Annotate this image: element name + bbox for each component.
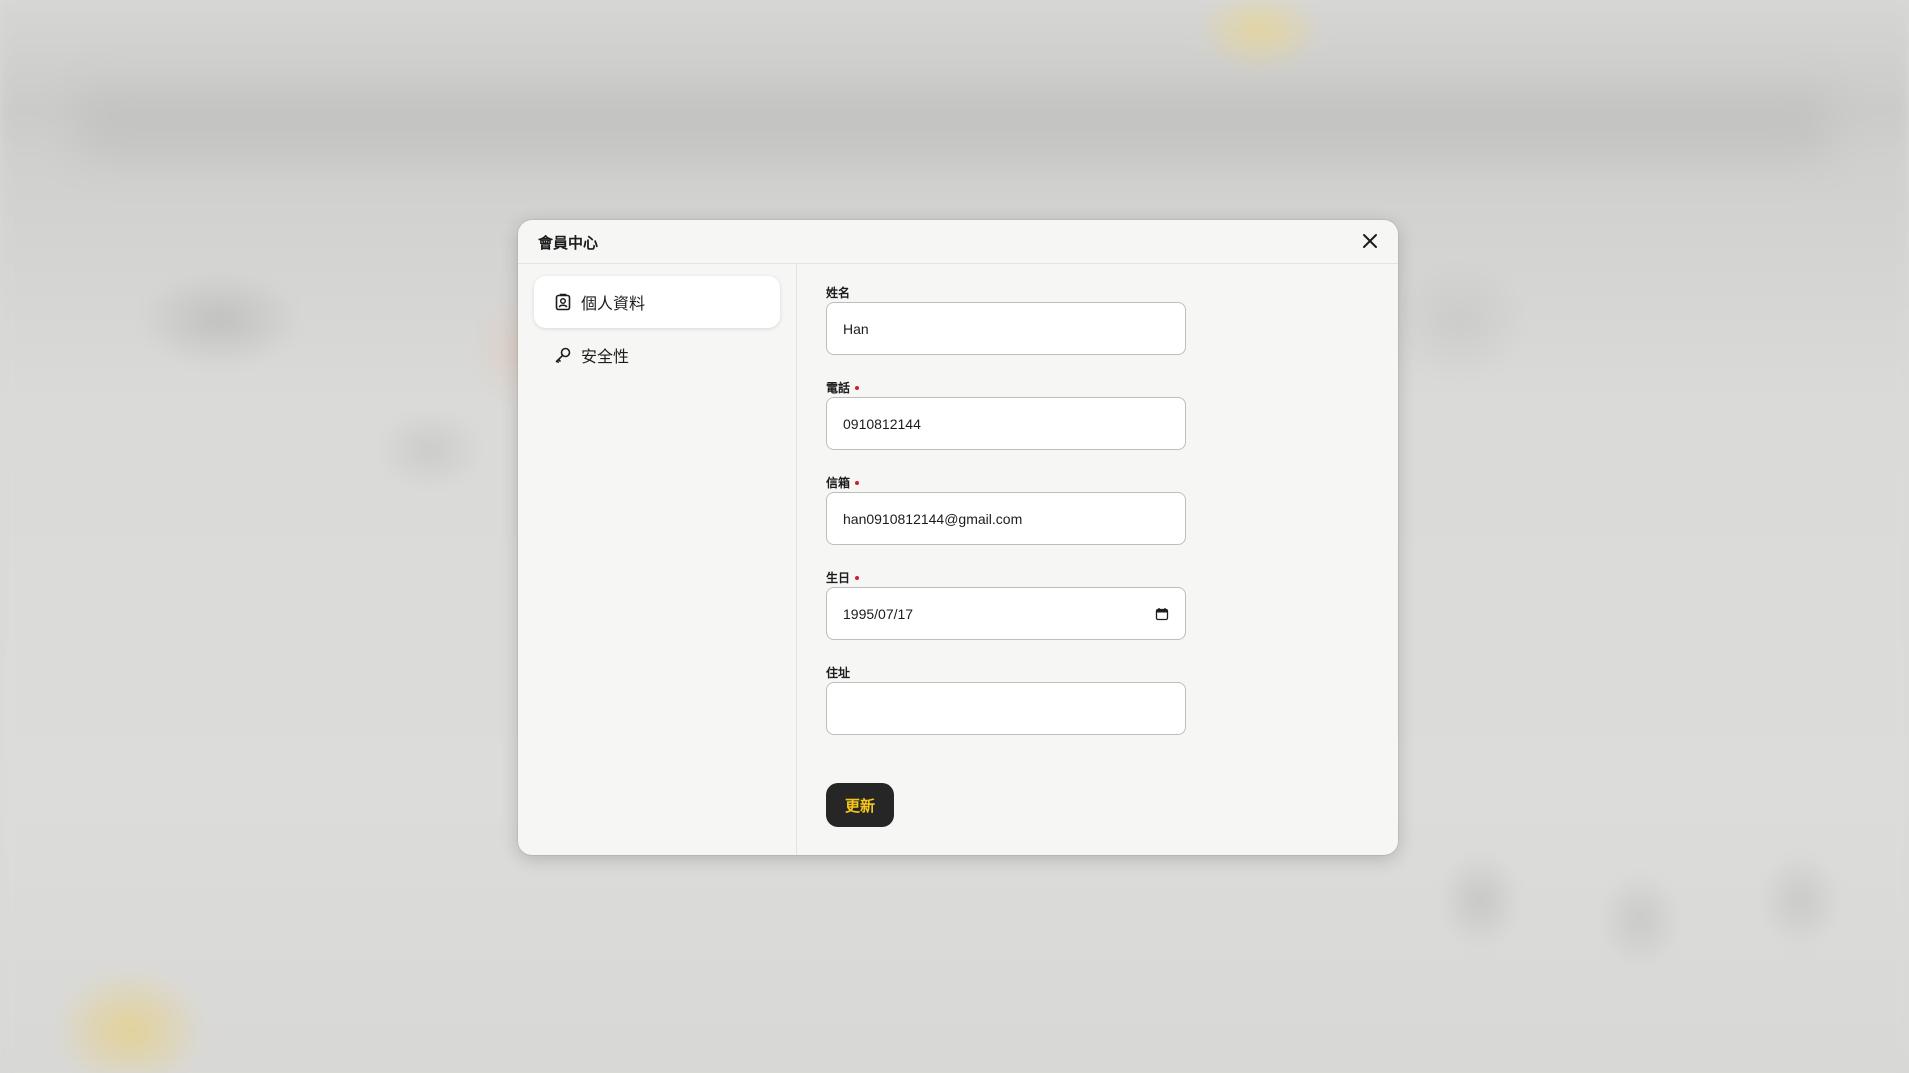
name-label: 姓名 bbox=[826, 284, 850, 301]
name-input[interactable]: Han bbox=[826, 302, 1186, 355]
phone-label: 電話 bbox=[826, 379, 860, 396]
birthday-label-text: 生日 bbox=[826, 571, 851, 585]
close-icon bbox=[1363, 234, 1377, 248]
required-indicator bbox=[855, 480, 860, 485]
calendar-icon[interactable] bbox=[1155, 607, 1169, 621]
sidebar-item-label: 安全性 bbox=[581, 347, 630, 366]
sidebar-item-security[interactable]: 安全性 bbox=[534, 329, 780, 381]
birthday-input-value: 1995/07/17 bbox=[843, 605, 914, 622]
required-indicator bbox=[855, 385, 860, 390]
email-input-value: han0910812144@gmail.com bbox=[843, 510, 1023, 527]
phone-label-text: 電話 bbox=[826, 381, 851, 395]
close-button[interactable] bbox=[1360, 231, 1380, 251]
birthday-label: 生日 bbox=[826, 569, 860, 586]
address-label: 住址 bbox=[826, 664, 850, 681]
modal-title: 會員中心 bbox=[538, 234, 599, 252]
modal-header: 會員中心 bbox=[518, 220, 1398, 264]
phone-input[interactable]: 0910812144 bbox=[826, 397, 1186, 450]
member-center-modal: 會員中心 個人資料 安全性 姓名 Han 電話 0910812144 信箱 ha… bbox=[518, 220, 1398, 855]
sidebar-item-profile[interactable]: 個人資料 bbox=[534, 276, 780, 328]
required-indicator bbox=[855, 575, 860, 580]
sidebar-item-label: 個人資料 bbox=[581, 294, 646, 313]
key-icon bbox=[554, 346, 572, 364]
update-button[interactable]: 更新 bbox=[826, 783, 894, 827]
sidebar: 個人資料 安全性 bbox=[518, 264, 797, 855]
address-input[interactable] bbox=[826, 682, 1186, 735]
email-input[interactable]: han0910812144@gmail.com bbox=[826, 492, 1186, 545]
address-label-text: 住址 bbox=[826, 666, 851, 680]
name-label-text: 姓名 bbox=[826, 286, 851, 300]
name-input-value: Han bbox=[843, 320, 869, 337]
profile-form: 姓名 Han 電話 0910812144 信箱 han0910812144@gm… bbox=[798, 264, 1398, 855]
birthday-input[interactable]: 1995/07/17 bbox=[826, 587, 1186, 640]
phone-input-value: 0910812144 bbox=[843, 415, 921, 432]
email-label: 信箱 bbox=[826, 474, 860, 491]
email-label-text: 信箱 bbox=[826, 476, 851, 490]
user-badge-icon bbox=[554, 293, 572, 311]
